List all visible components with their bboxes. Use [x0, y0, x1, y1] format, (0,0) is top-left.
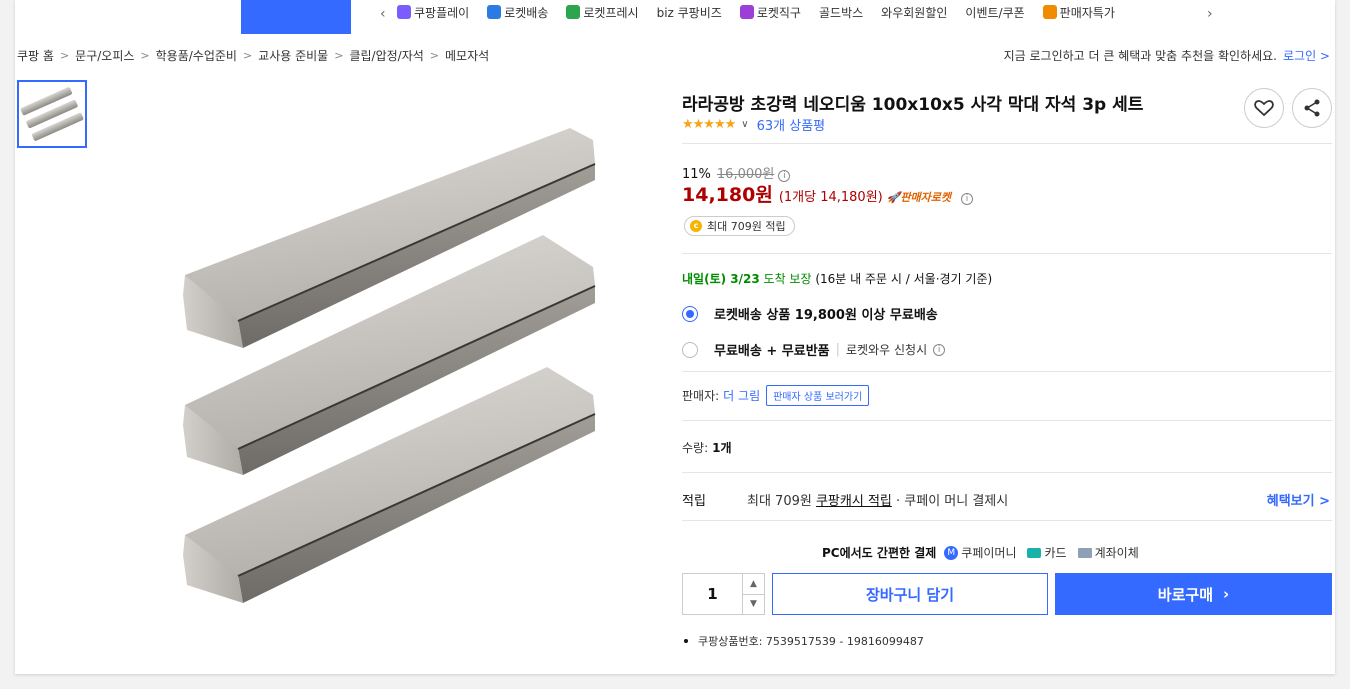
chevron-right-icon: > — [334, 49, 344, 62]
cash-link[interactable]: 쿠팡캐시 적립 — [816, 494, 892, 509]
payment-methods: PC에서도 간편한 결제 M 쿠페이머니 카드 계좌이체 — [822, 545, 1139, 560]
delivery-option-rocket[interactable]: 로켓배송 상품 19,800원 이상 무료배송 — [682, 304, 938, 323]
buy-now-button[interactable]: 바로구매 › — [1055, 573, 1332, 615]
nav-item-rocket-fresh[interactable]: 로켓프레시 — [566, 4, 639, 21]
product-page: ‹ 쿠팡플레이 로켓배송 로켓프레시 biz 쿠팡비즈 로켓직구 골드박스 와우… — [15, 0, 1335, 674]
breadcrumb-item[interactable]: 클립/압정/자석 — [349, 47, 423, 64]
magnet-bars-image — [183, 128, 596, 603]
benefit-label: 적립 — [682, 494, 706, 509]
card-icon — [1027, 547, 1042, 558]
nav-item-coupang-play[interactable]: 쿠팡플레이 — [397, 4, 469, 21]
add-to-cart-button[interactable]: 장바구니 담기 — [772, 573, 1048, 615]
top-category-nav: ‹ 쿠팡플레이 로켓배송 로켓프레시 biz 쿠팡비즈 로켓직구 골드박스 와우… — [15, 0, 1335, 36]
heart-icon — [1254, 100, 1274, 117]
share-icon — [1304, 99, 1320, 117]
divider — [682, 253, 1332, 254]
divider — [682, 472, 1332, 473]
wishlist-button[interactable] — [1244, 88, 1284, 128]
chevron-right-icon: > — [429, 49, 439, 62]
divider-bar: | — [835, 342, 841, 357]
seller-products-button[interactable]: 판매자 상품 보러가기 — [766, 385, 870, 406]
chevron-down-icon: ∨ — [741, 119, 749, 130]
breadcrumb-item[interactable]: 메모자석 — [445, 47, 489, 64]
magnet-thumbnail-image — [20, 87, 84, 141]
info-icon[interactable]: i — [933, 343, 946, 356]
info-icon[interactable]: i — [961, 193, 974, 205]
coupay-money-icon: M — [944, 545, 959, 560]
quantity-label: 수량: 1개 — [682, 441, 732, 455]
delivery-date: 내일(토) 3/23 도착 보장 (16분 내 주문 시 / 서울⋅경기 기준) — [682, 272, 993, 286]
nav-item-event[interactable]: 이벤트/쿠폰 — [965, 4, 1024, 21]
product-main-image — [165, 95, 605, 630]
nav-prev-icon[interactable]: ‹ — [380, 6, 386, 22]
share-button[interactable] — [1292, 88, 1332, 128]
price-row: 14,180원 (1개당 14,180원) 🚀판매자로켓 i — [682, 180, 974, 207]
product-thumbnail[interactable] — [17, 80, 87, 148]
star-rating-icon: ★★★★★ — [682, 117, 736, 132]
quantity-stepper[interactable]: 1 ▲ ▼ — [682, 573, 765, 615]
category-button[interactable] — [241, 0, 351, 34]
quantity-input[interactable]: 1 — [683, 574, 743, 614]
divider — [682, 143, 1332, 144]
increase-icon[interactable]: ▲ — [743, 574, 764, 594]
points-badge: c 최대 709원 적립 — [684, 216, 795, 236]
delivery-option-free-return[interactable]: 무료배송 + 무료반품 | 로켓와우 신청시 i — [682, 340, 946, 359]
review-count-link[interactable]: 63개 상품평 — [757, 115, 826, 134]
radio-unselected[interactable] — [682, 341, 698, 358]
login-link[interactable]: 로그인 > — [1283, 49, 1330, 63]
bank-transfer-icon — [1077, 547, 1092, 558]
seller-deal-icon — [1042, 5, 1057, 19]
play-icon — [397, 5, 411, 19]
benefit-text: 최대 709원 쿠팡캐시 적립 · 쿠페이 머니 결제시 — [747, 494, 1009, 509]
unit-price: (1개당 14,180원) — [778, 190, 883, 205]
divider — [682, 371, 1332, 372]
nav-item-rocket[interactable]: 로켓배송 — [487, 4, 548, 21]
divider — [682, 420, 1332, 421]
sale-price: 14,180원 — [682, 184, 773, 206]
breadcrumb-item[interactable]: 문구/오피스 — [75, 47, 134, 64]
nav-next-icon[interactable]: › — [1207, 6, 1213, 22]
product-rating[interactable]: ★★★★★ ∨ 63개 상품평 — [682, 115, 825, 134]
chevron-right-icon: > — [140, 49, 150, 62]
nav-item-goldbox[interactable]: 골드박스 — [819, 4, 863, 21]
nav-item-seller-deal[interactable]: 판매자특가 — [1042, 4, 1115, 21]
seller-name-link[interactable]: 더 그림 — [723, 387, 760, 404]
seller-info: 판매자: 더 그림 판매자 상품 보러가기 — [682, 385, 870, 406]
seller-rocket-badge: 🚀판매자로켓 — [886, 191, 952, 204]
rocket-global-icon — [739, 5, 754, 19]
chevron-right-icon: > — [242, 49, 253, 62]
divider — [682, 520, 1332, 521]
payment-heading: PC에서도 간편한 결제 — [822, 546, 937, 560]
bullet-icon — [684, 639, 688, 643]
benefit-more-link[interactable]: 혜택보기 > — [1267, 490, 1330, 509]
product-title: 라라공방 초강력 네오디움 100x10x5 사각 막대 자석 3p 세트 — [682, 95, 1144, 115]
rocket-fresh-icon — [566, 5, 581, 19]
breadcrumb-item[interactable]: 교사용 준비물 — [258, 47, 328, 64]
nav-item-biz[interactable]: biz 쿠팡비즈 — [657, 4, 722, 21]
chevron-right-icon: > — [59, 49, 70, 62]
coin-icon: c — [690, 220, 702, 232]
product-number: 쿠팡상품번호: 7539517539 - 19816099487 — [684, 633, 924, 649]
decrease-icon[interactable]: ▼ — [743, 593, 764, 615]
breadcrumb-item[interactable]: 쿠팡 홈 — [17, 47, 54, 64]
category-links: 쿠팡플레이 로켓배송 로켓프레시 biz 쿠팡비즈 로켓직구 골드박스 와우회원… — [397, 4, 1115, 21]
breadcrumb-item[interactable]: 학용품/수업준비 — [156, 47, 237, 64]
radio-selected[interactable] — [682, 305, 698, 322]
chevron-right-icon: › — [1223, 585, 1230, 603]
nav-item-rocket-global[interactable]: 로켓직구 — [739, 4, 801, 21]
breadcrumb: 쿠팡 홈 > 문구/오피스 > 학용품/수업준비 > 교사용 준비물 > 클립/압정/자… — [17, 47, 489, 64]
rocket-icon — [487, 5, 502, 19]
nav-item-wow[interactable]: 와우회원할인 — [881, 4, 947, 21]
login-prompt: 지금 로그인하고 더 큰 혜택과 맞춤 추천을 확인하세요. 로그인 > — [1003, 49, 1330, 63]
